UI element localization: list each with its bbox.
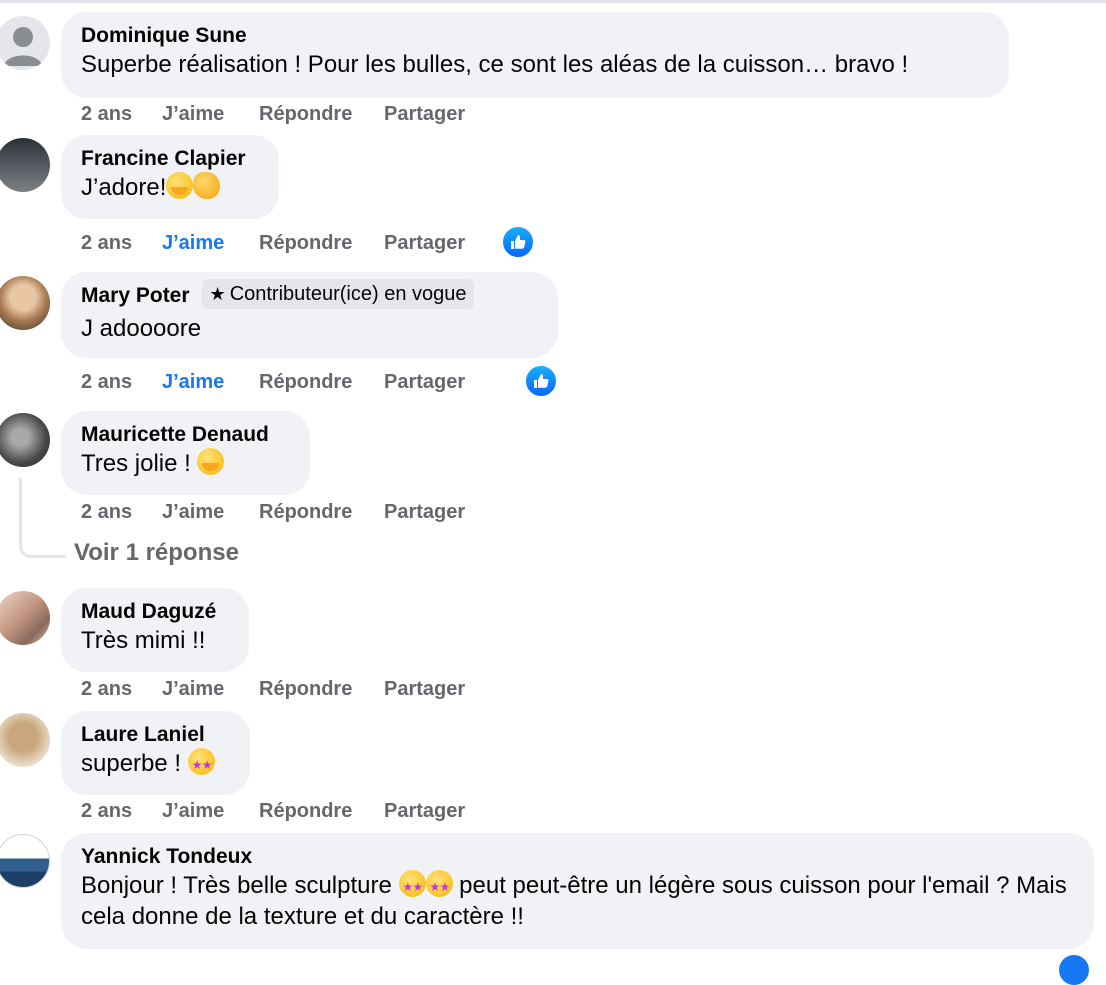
- comment-author[interactable]: Francine Clapier: [81, 146, 246, 172]
- avatar[interactable]: [0, 713, 50, 767]
- star-icon: ★: [209, 284, 226, 304]
- comment-text-content: Tres jolie !: [81, 450, 191, 477]
- thumbs-up-icon: [511, 235, 526, 249]
- avatar[interactable]: [0, 413, 50, 467]
- reply-button[interactable]: Répondre: [259, 230, 352, 256]
- top-divider: [0, 0, 1106, 3]
- comment-text: superbe !: [81, 748, 230, 781]
- like-button[interactable]: J’aime: [162, 101, 224, 127]
- comment-text-content: Bonjour ! Très belle sculpture: [81, 872, 392, 899]
- avatar[interactable]: [0, 138, 50, 192]
- share-button[interactable]: Partager: [384, 369, 465, 395]
- avatar[interactable]: [0, 591, 50, 645]
- comment-text: J adoooore: [81, 315, 202, 342]
- comment-bubble: Mauricette Denaud Tres jolie !: [61, 411, 310, 495]
- comment-bubble: Dominique Sune Superbe réalisation ! Pou…: [61, 12, 1009, 98]
- reply-thread-line: [19, 478, 66, 558]
- comment-text-content: superbe !: [81, 750, 182, 777]
- comment-author[interactable]: Yannick Tondeux: [81, 844, 252, 870]
- reply-button[interactable]: Répondre: [259, 369, 352, 395]
- comment-timestamp[interactable]: 2 ans: [81, 798, 132, 824]
- comment-timestamp[interactable]: 2 ans: [81, 676, 132, 702]
- comment-text: Très mimi !!: [81, 627, 206, 654]
- like-button[interactable]: J’aime: [162, 369, 224, 395]
- comment-timestamp[interactable]: 2 ans: [81, 499, 132, 525]
- reply-button[interactable]: Répondre: [259, 676, 352, 702]
- reply-button[interactable]: Répondre: [259, 499, 352, 525]
- face-with-hand-over-mouth-icon: [166, 172, 194, 199]
- share-button[interactable]: Partager: [384, 230, 465, 256]
- like-button[interactable]: J’aime: [162, 676, 224, 702]
- comment-bubble: Mary Poter ★ Contributeur(ice) en vogue J …: [61, 272, 558, 358]
- like-button[interactable]: J’aime: [162, 499, 224, 525]
- avatar[interactable]: [0, 834, 50, 888]
- default-avatar-icon: [4, 27, 42, 66]
- comment-text-content: J’adore!: [81, 174, 167, 201]
- badge-label: Contributeur(ice) en vogue: [229, 283, 467, 305]
- comment-text: Superbe réalisation ! Pour les bulles, c…: [81, 51, 909, 78]
- comment-bubble: Yannick Tondeux Bonjour ! Très belle scu…: [61, 833, 1094, 949]
- reply-button[interactable]: Répondre: [259, 798, 352, 824]
- comment-author[interactable]: Mary Poter: [81, 283, 190, 309]
- comment-timestamp[interactable]: 2 ans: [81, 369, 132, 395]
- comment-bubble: Maud Daguzé Très mimi !!: [61, 588, 249, 672]
- share-button[interactable]: Partager: [384, 676, 465, 702]
- comment-header: Mary Poter ★ Contributeur(ice) en vogue: [81, 279, 538, 313]
- thumbs-up-icon: [534, 374, 549, 388]
- like-button[interactable]: J’aime: [162, 798, 224, 824]
- star-struck-icon: [398, 870, 426, 903]
- comment-text: J’adore!: [81, 172, 259, 203]
- share-button[interactable]: Partager: [384, 798, 465, 824]
- reply-button[interactable]: Répondre: [259, 101, 352, 127]
- avatar[interactable]: [0, 16, 50, 70]
- comment-bubble: Laure Laniel superbe !: [61, 711, 250, 795]
- like-button[interactable]: J’aime: [162, 230, 224, 256]
- comment-author[interactable]: Laure Laniel: [81, 722, 205, 748]
- star-struck-icon: [187, 748, 215, 781]
- view-replies-link[interactable]: Voir 1 réponse: [74, 539, 239, 567]
- like-reaction-count[interactable]: [501, 225, 535, 259]
- avatar[interactable]: [0, 276, 50, 330]
- comment-timestamp[interactable]: 2 ans: [81, 101, 132, 127]
- share-button[interactable]: Partager: [384, 101, 465, 127]
- comment-text: Tres jolie !: [81, 448, 290, 479]
- clapping-hands-icon: [193, 172, 221, 199]
- face-with-hand-over-mouth-icon: [197, 448, 225, 475]
- comment-author[interactable]: Dominique Sune: [81, 23, 247, 49]
- comment-bubble: Francine Clapier J’adore!: [61, 135, 279, 219]
- like-reaction-count[interactable]: [524, 364, 558, 398]
- share-button[interactable]: Partager: [384, 499, 465, 525]
- star-struck-icon: [425, 870, 453, 903]
- comment-timestamp[interactable]: 2 ans: [81, 230, 132, 256]
- top-contributor-badge[interactable]: ★ Contributeur(ice) en vogue: [201, 279, 475, 309]
- comment-author[interactable]: Maud Daguzé: [81, 599, 216, 625]
- comment-author[interactable]: Mauricette Denaud: [81, 422, 269, 448]
- like-reaction-count[interactable]: [1059, 955, 1089, 985]
- comment-text: Bonjour ! Très belle sculpture peut peut…: [81, 870, 1074, 932]
